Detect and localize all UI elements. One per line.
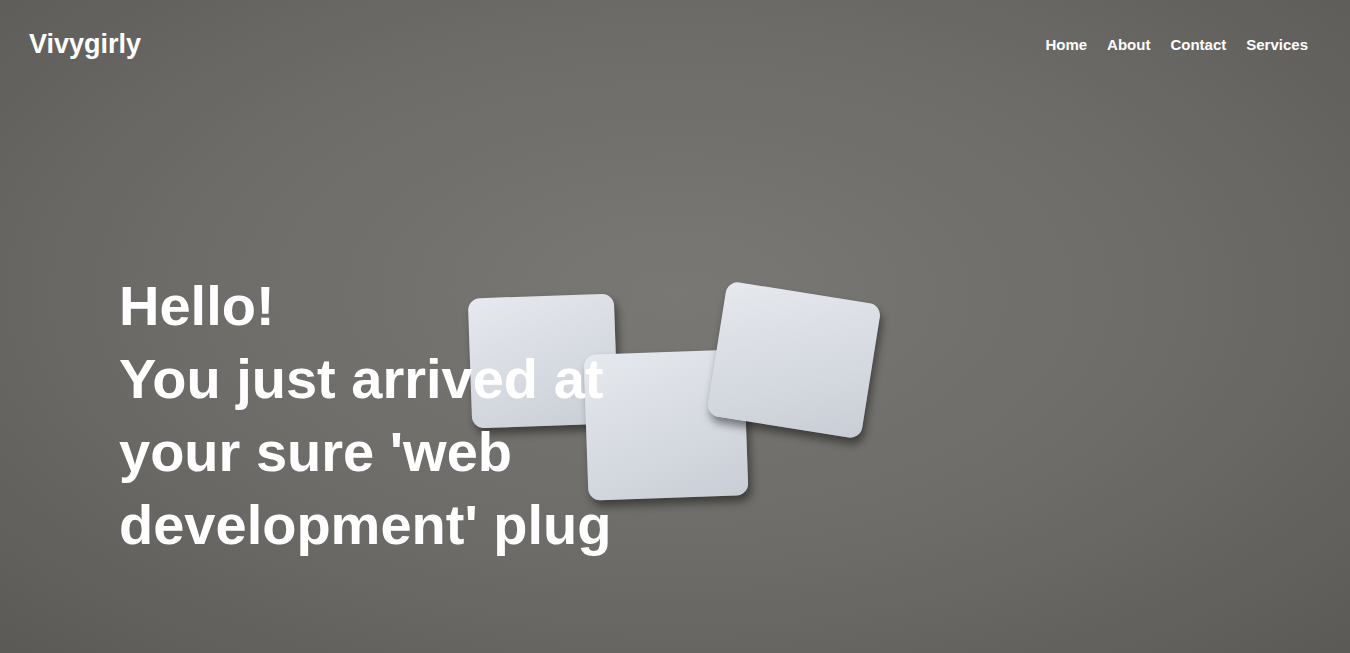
- nav-link[interactable]: About: [1107, 32, 1150, 57]
- hero-greeting: Hello!: [119, 269, 679, 342]
- hero-content: Hello!You just arrived at your sure 'web…: [0, 64, 1350, 561]
- nav-link[interactable]: Contact: [1170, 32, 1226, 57]
- nav-link[interactable]: Services: [1246, 32, 1308, 57]
- nav-links: Home About Contact Services: [1045, 32, 1308, 57]
- hero-section: Vivygirly Home About Contact Services Hello!Y…: [0, 0, 1350, 653]
- navbar: Vivygirly Home About Contact Services: [0, 0, 1350, 64]
- hero-tagline: You just arrived at your sure 'web devel…: [119, 342, 679, 561]
- brand-logo[interactable]: Vivygirly: [29, 29, 141, 60]
- hero-heading: Hello!You just arrived at your sure 'web…: [119, 269, 679, 561]
- nav-link[interactable]: Home: [1045, 32, 1087, 57]
- tile-shape: [706, 281, 881, 440]
